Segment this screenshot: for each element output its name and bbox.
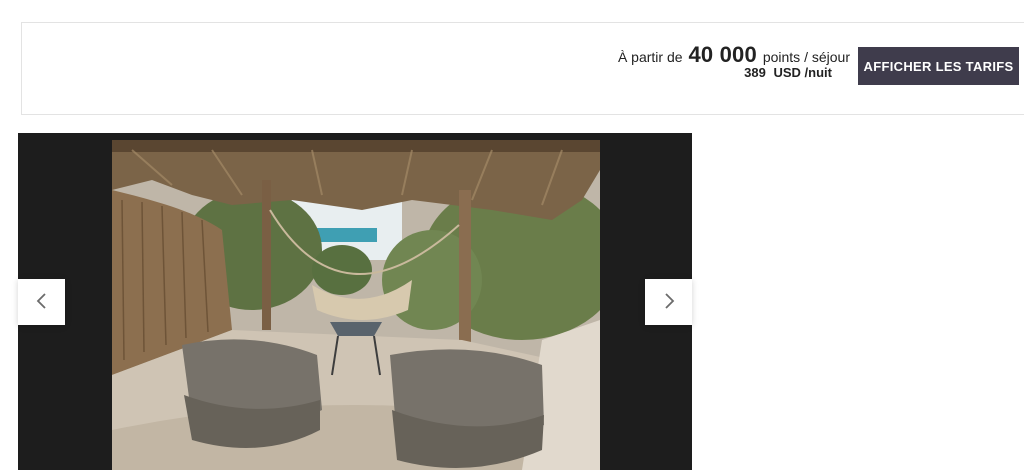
- cash-currency: USD /nuit: [773, 65, 833, 80]
- page: À partir de 40 000 points / séjour 389 U…: [0, 0, 1024, 470]
- points-value: 40 000: [688, 42, 757, 67]
- photo-gallery: [18, 133, 692, 470]
- chevron-right-icon: [662, 292, 676, 313]
- show-rates-button[interactable]: AFFICHER LES TARIFS: [858, 47, 1019, 85]
- room-photo: [112, 140, 600, 470]
- gallery-prev-button[interactable]: [18, 279, 65, 325]
- gallery-next-button[interactable]: [645, 279, 692, 325]
- cash-amount: 389: [744, 65, 766, 80]
- chevron-left-icon: [35, 292, 49, 313]
- cash-price: 389 USD /nuit: [744, 65, 832, 80]
- points-suffix: points / séjour: [762, 49, 850, 65]
- rate-summary-bar: À partir de 40 000 points / séjour 389 U…: [21, 22, 1024, 115]
- price-prefix: À partir de: [617, 49, 683, 65]
